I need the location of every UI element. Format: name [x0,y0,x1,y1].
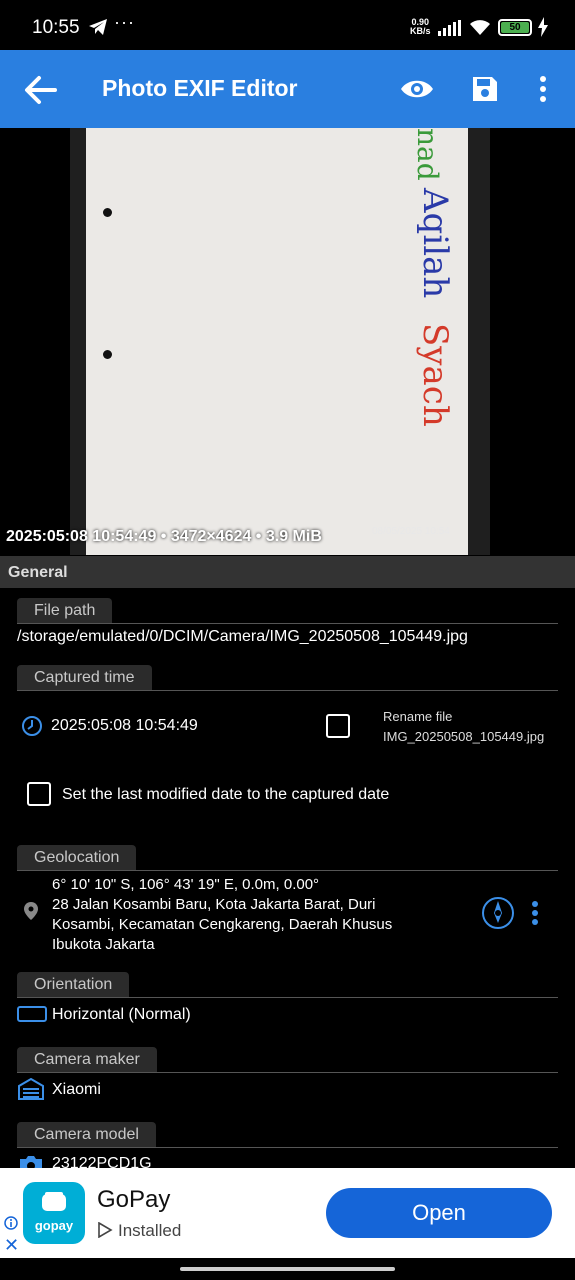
paper-hole [103,208,112,217]
ad-close-icon[interactable]: ✕ [4,1236,19,1254]
location-pin-icon [24,902,38,920]
ad-app-name: GoPay [97,1186,171,1213]
gesture-handle[interactable] [180,1267,395,1271]
signal-icon [438,20,461,36]
file-path-value[interactable]: /storage/emulated/0/DCIM/Camera/IMG_2025… [17,628,468,646]
photo-timestamp: 08/05/2025 10:54 [372,526,450,537]
battery-icon: 50 [498,19,532,36]
battery-level: 50 [501,22,529,33]
ad-banner[interactable]: ✕ gopay GoPay Installed Open [0,1168,575,1258]
navigation-bar [0,1258,575,1280]
rename-file-label: Rename file [383,709,453,724]
section-header-general: General [0,556,575,588]
charging-icon [538,17,548,37]
geolocation-more-button[interactable] [531,900,547,928]
geolocation-coords[interactable]: 6° 10' 10" S, 106° 43' 19" E, 0.0m, 0.00… [52,876,319,893]
save-button[interactable] [466,70,504,108]
net-speed: 0.90 KB/s [410,18,431,36]
more-options-button[interactable] [528,70,558,108]
more-vertical-icon [532,901,538,925]
camera-model-label: Camera model [17,1122,156,1148]
divider [17,623,558,624]
gopay-logo-text: gopay [34,1218,74,1233]
photo-paper: nad Aqilah Syach [86,128,468,555]
play-store-icon [98,1222,113,1238]
divider [17,1147,558,1148]
eye-icon [401,80,433,98]
more-notifications-icon: ··· [114,12,135,32]
handwriting-line: Syach [415,323,455,427]
orientation-icon [17,1006,47,1022]
divider [17,870,558,871]
section-title: General [8,564,68,581]
status-time: 10:55 [32,17,80,38]
captured-time-label: Captured time [17,665,152,691]
orientation-label: Orientation [17,972,130,998]
divider [17,690,558,691]
divider [17,997,558,998]
captured-time-value[interactable]: 2025:05:08 10:54:49 [51,717,198,735]
photo-preview[interactable]: nad Aqilah Syach 2025:05:08 10:54:49 • 3… [0,128,575,555]
file-path-label: File path [17,598,113,624]
photo-info: 2025:05:08 10:54:49 • 3472×4624 • 3.9 Mi… [6,528,322,545]
geolocation-label: Geolocation [17,845,137,871]
handwriting-line: nad [411,128,444,181]
handwriting-image: nad Aqilah Syach [411,128,455,427]
clock-icon [22,716,42,736]
factory-icon [18,1078,44,1100]
compass-icon [482,897,514,929]
rename-file-checkbox[interactable] [326,714,350,738]
wallet-icon [42,1192,66,1211]
ad-open-button[interactable]: Open [326,1188,552,1238]
net-speed-unit: KB/s [410,26,431,36]
orientation-value[interactable]: Horizontal (Normal) [52,1006,191,1024]
rename-file-value: IMG_20250508_105449.jpg [383,729,545,744]
wifi-icon [470,20,490,35]
back-arrow-icon [25,76,57,104]
compass-button[interactable] [481,896,515,930]
geolocation-address-line[interactable]: Ibukota Jakarta [52,936,155,953]
paper-hole [103,350,112,359]
geolocation-address-line[interactable]: 28 Jalan Kosambi Baru, Kota Jakarta Bara… [52,896,376,913]
status-bar: 10:55 ··· 0.90 KB/s 50 [0,0,575,50]
camera-maker-value[interactable]: Xiaomi [52,1081,101,1099]
back-button[interactable] [20,70,60,110]
ad-info-icon[interactable] [4,1216,18,1230]
set-modified-date-label[interactable]: Set the last modified date to the captur… [62,786,389,804]
geolocation-address-line[interactable]: Kosambi, Kecamatan Cengkareng, Daerah Kh… [52,916,392,933]
page-title: Photo EXIF Editor [102,75,298,101]
handwriting-line: Aqilah [415,187,455,298]
preview-button[interactable] [398,70,436,108]
gopay-logo: gopay [23,1182,85,1244]
camera-maker-label: Camera maker [17,1047,157,1073]
telegram-icon [89,19,107,35]
divider [17,1072,558,1073]
app-bar: Photo EXIF Editor [0,50,575,128]
more-vertical-icon [540,76,546,102]
set-modified-date-checkbox[interactable] [27,782,51,806]
ad-status: Installed [118,1221,182,1240]
save-icon [473,77,497,101]
